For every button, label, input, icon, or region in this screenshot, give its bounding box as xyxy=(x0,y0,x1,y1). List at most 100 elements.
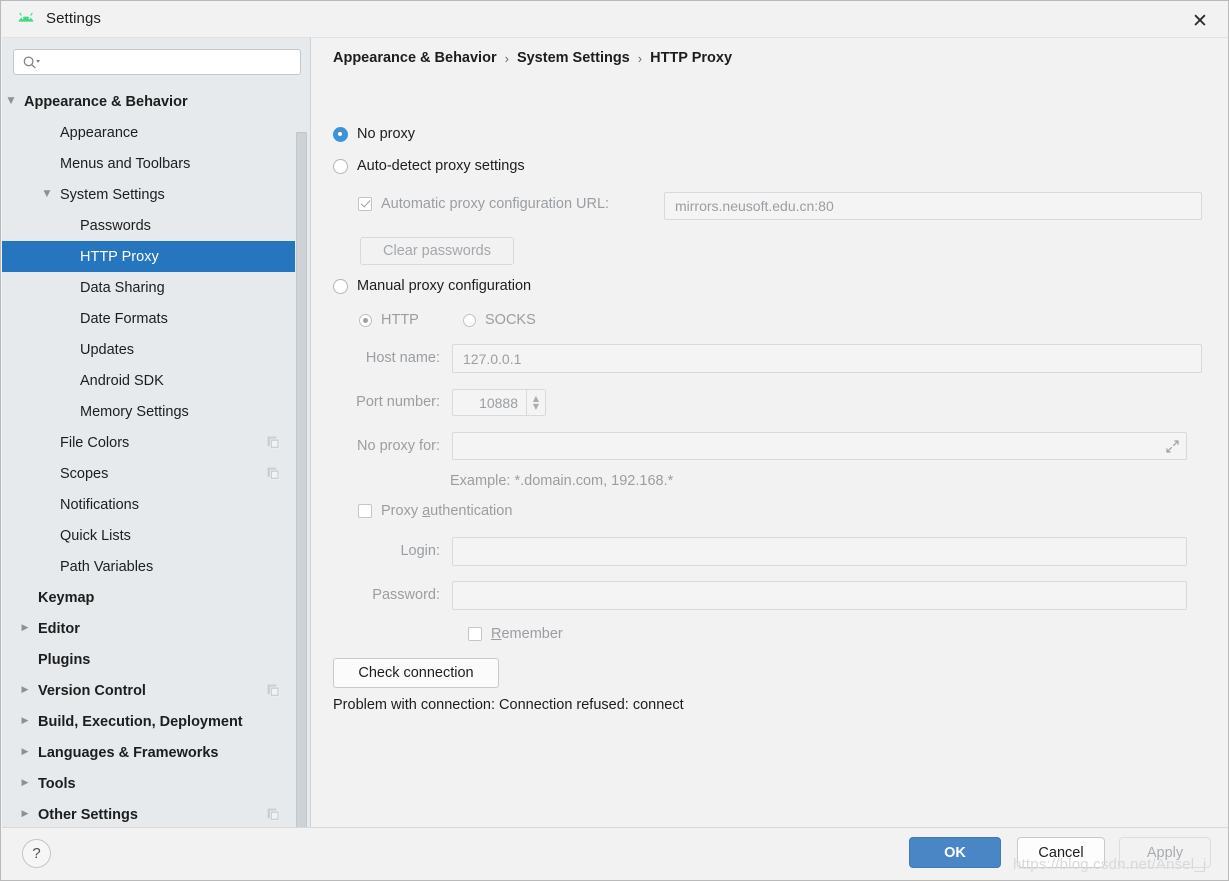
password-input[interactable] xyxy=(452,581,1187,610)
login-input[interactable] xyxy=(452,537,1187,566)
auto-config-url-checkbox[interactable] xyxy=(358,197,372,211)
sidebar-item-label: Tools xyxy=(38,775,76,792)
auto-config-url-input[interactable] xyxy=(664,192,1202,220)
sidebar-item-label: Keymap xyxy=(38,589,95,606)
sidebar-item-label: Other Settings xyxy=(38,806,138,823)
sidebar-item-file-colors[interactable]: File Colors xyxy=(2,427,296,458)
sidebar-item-plugins[interactable]: Plugins xyxy=(2,644,296,675)
radio-socks[interactable]: SOCKS xyxy=(463,312,536,328)
chevron-right-icon[interactable]: ▶ xyxy=(18,746,32,760)
sidebar-item-notifications[interactable]: Notifications xyxy=(2,489,296,520)
no-proxy-for-field[interactable] xyxy=(452,432,1187,460)
spinner-down-icon[interactable]: ▼ xyxy=(533,402,539,411)
sidebar-item-system-settings[interactable]: ▼ System Settings xyxy=(2,179,296,210)
radio-auto-detect-label: Auto-detect proxy settings xyxy=(357,158,525,174)
copy-icon[interactable] xyxy=(267,808,280,821)
sidebar-item-editor[interactable]: ▶ Editor xyxy=(2,613,296,644)
password-label: Password: xyxy=(372,587,440,603)
sidebar-scrollbar-track[interactable] xyxy=(295,84,309,827)
breadcrumb-separator-icon: › xyxy=(637,50,643,66)
sidebar-item-label: Appearance xyxy=(60,124,139,141)
sidebar-item-menus-and-toolbars[interactable]: Menus and Toolbars xyxy=(2,148,296,179)
sidebar-item-label: HTTP Proxy xyxy=(80,248,159,265)
sidebar-item-updates[interactable]: Updates xyxy=(2,334,296,365)
search-input[interactable] xyxy=(46,53,294,73)
sidebar-item-quick-lists[interactable]: Quick Lists xyxy=(2,520,296,551)
port-number-value[interactable]: 10888 xyxy=(453,395,526,411)
copy-icon[interactable] xyxy=(267,436,280,449)
search-icon xyxy=(22,55,42,71)
sidebar-item-languages-frameworks[interactable]: ▶ Languages & Frameworks xyxy=(2,737,296,768)
host-name-input[interactable] xyxy=(452,344,1202,373)
sidebar-item-scopes[interactable]: Scopes xyxy=(2,458,296,489)
sidebar-item-keymap[interactable]: Keymap xyxy=(2,582,296,613)
expand-icon[interactable] xyxy=(1165,439,1180,454)
chevron-right-icon[interactable]: ▶ xyxy=(18,808,32,822)
sidebar-item-build-execution-deployment[interactable]: ▶ Build, Execution, Deployment xyxy=(2,706,296,737)
radio-no-proxy[interactable]: No proxy xyxy=(333,126,415,142)
breadcrumb: Appearance & Behavior › System Settings … xyxy=(333,50,732,66)
sidebar-item-other-settings[interactable]: ▶ Other Settings xyxy=(2,799,296,827)
search-box[interactable] xyxy=(13,49,301,75)
sidebar-item-version-control[interactable]: ▶ Version Control xyxy=(2,675,296,706)
copy-icon[interactable] xyxy=(267,684,280,697)
connection-problem-text: Problem with connection: Connection refu… xyxy=(333,697,684,713)
port-number-arrows[interactable]: ▲ ▼ xyxy=(526,390,545,415)
copy-icon[interactable] xyxy=(267,467,280,480)
sidebar-item-memory-settings[interactable]: Memory Settings xyxy=(2,396,296,427)
sidebar-item-label: Android SDK xyxy=(80,372,164,389)
remember-checkbox[interactable] xyxy=(468,627,482,641)
help-button[interactable]: ? xyxy=(22,839,51,868)
chevron-down-icon[interactable]: ▼ xyxy=(40,188,54,202)
settings-dialog: Settings ✕ ▼ Appearance & Behavior Appeara… xyxy=(0,0,1229,881)
http-proxy-panel: Appearance & Behavior › System Settings … xyxy=(312,38,1228,827)
sidebar-item-data-sharing[interactable]: Data Sharing xyxy=(2,272,296,303)
chevron-right-icon[interactable]: ▶ xyxy=(18,715,32,729)
cancel-button[interactable]: Cancel xyxy=(1017,837,1105,868)
host-name-label: Host name: xyxy=(365,350,440,366)
sidebar-item-date-formats[interactable]: Date Formats xyxy=(2,303,296,334)
sidebar-scrollbar-thumb[interactable] xyxy=(296,132,307,827)
remember-row[interactable]: Remember xyxy=(468,626,563,642)
clear-passwords-button[interactable]: Clear passwords xyxy=(360,237,514,265)
sidebar-item-passwords[interactable]: Passwords xyxy=(2,210,296,241)
sidebar-item-http-proxy[interactable]: HTTP Proxy xyxy=(2,241,296,272)
settings-sidebar: ▼ Appearance & Behavior Appearance Menus an… xyxy=(2,38,311,827)
sidebar-item-appearance-behavior[interactable]: ▼ Appearance & Behavior xyxy=(2,86,296,117)
sidebar-item-label: Menus and Toolbars xyxy=(60,155,191,172)
chevron-right-icon[interactable]: ▶ xyxy=(18,684,32,698)
proxy-auth-label-pre: Proxy xyxy=(381,503,423,519)
proxy-authentication-checkbox[interactable] xyxy=(358,504,372,518)
radio-socks-label: SOCKS xyxy=(485,312,536,328)
radio-http[interactable]: HTTP xyxy=(359,312,419,328)
no-proxy-example-text: Example: *.domain.com, 192.168.* xyxy=(450,473,674,489)
sidebar-item-path-variables[interactable]: Path Variables xyxy=(2,551,296,582)
sidebar-item-label: Build, Execution, Deployment xyxy=(38,713,243,730)
chevron-right-icon[interactable]: ▶ xyxy=(18,622,32,636)
radio-auto-detect[interactable]: Auto-detect proxy settings xyxy=(333,158,525,174)
sidebar-item-appearance[interactable]: Appearance xyxy=(2,117,296,148)
breadcrumb-part-1[interactable]: Appearance & Behavior xyxy=(333,50,497,66)
remember-label-mnemonic: R xyxy=(491,626,502,642)
proxy-auth-label-mnemonic: a xyxy=(422,503,431,519)
breadcrumb-part-3: HTTP Proxy xyxy=(650,50,733,66)
sidebar-item-label: Passwords xyxy=(80,217,151,234)
sidebar-item-tools[interactable]: ▶ Tools xyxy=(2,768,296,799)
chevron-right-icon[interactable]: ▶ xyxy=(18,777,32,791)
sidebar-item-label: Data Sharing xyxy=(80,279,165,296)
breadcrumb-part-2[interactable]: System Settings xyxy=(517,50,630,66)
apply-button[interactable]: Apply xyxy=(1119,837,1211,868)
radio-manual-proxy[interactable]: Manual proxy configuration xyxy=(333,278,531,294)
sidebar-item-label: Languages & Frameworks xyxy=(38,744,219,761)
check-connection-button[interactable]: Check connection xyxy=(333,658,499,688)
chevron-down-icon[interactable]: ▼ xyxy=(4,95,18,109)
sidebar-item-label: Notifications xyxy=(60,496,139,513)
sidebar-item-label: Plugins xyxy=(38,651,91,668)
proxy-authentication-row[interactable]: Proxy authentication xyxy=(358,503,512,519)
sidebar-item-android-sdk[interactable]: Android SDK xyxy=(2,365,296,396)
proxy-authentication-label: Proxy authentication xyxy=(381,503,512,519)
close-icon[interactable]: ✕ xyxy=(1183,8,1217,34)
ok-button[interactable]: OK xyxy=(909,837,1001,868)
port-number-stepper[interactable]: 10888 ▲ ▼ xyxy=(452,389,546,416)
radio-no-proxy-label: No proxy xyxy=(357,126,416,142)
